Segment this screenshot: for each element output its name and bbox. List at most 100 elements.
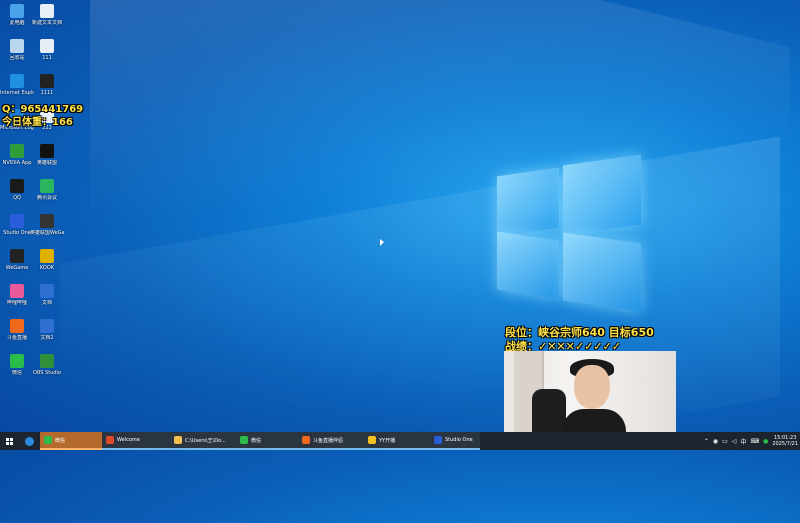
desktop-icon-label: 文档2 bbox=[40, 335, 54, 341]
taskbar-button[interactable]: Studio One bbox=[430, 432, 480, 450]
chevron-up-icon[interactable]: ⌃ bbox=[704, 438, 709, 445]
volume-icon[interactable]: ◁ bbox=[732, 438, 737, 445]
taskbar-button[interactable]: C:\Users\王\Do... bbox=[170, 432, 236, 450]
desktop-icon[interactable]: 哔哩哔哩 bbox=[0, 284, 34, 306]
desktop-icon-label: KOOK bbox=[39, 265, 55, 271]
ie-icon bbox=[10, 74, 24, 88]
input-method-indicator[interactable]: 中 bbox=[740, 437, 746, 446]
desktop-icon-label: NVIDIA App bbox=[2, 160, 32, 166]
game-icon bbox=[40, 144, 54, 158]
taskbar-clock[interactable]: 15:01:23 2025/7/21 bbox=[772, 435, 798, 447]
network-icon[interactable]: ▭ bbox=[722, 438, 728, 445]
desktop-icon-label: 此电脑 bbox=[9, 20, 25, 26]
desktop-icon[interactable]: NVIDIA App bbox=[0, 144, 34, 166]
desktop-icon[interactable]: 腾讯会议 bbox=[30, 179, 64, 201]
desktop-icon-label: 斗鱼直播 bbox=[6, 335, 27, 341]
wegame-icon bbox=[106, 436, 114, 444]
windows-start-icon bbox=[5, 437, 13, 445]
desktop-icon[interactable]: 英雄联盟WeGame版 bbox=[30, 214, 64, 236]
desktop-icon[interactable]: WeGame bbox=[0, 249, 34, 271]
document-icon bbox=[40, 39, 54, 53]
word-doc-icon bbox=[40, 284, 54, 298]
wechat-icon bbox=[44, 436, 52, 444]
desktop-icon[interactable]: 回收站 bbox=[0, 39, 34, 61]
wechat-tray-icon[interactable]: ● bbox=[763, 438, 768, 445]
folder-icon bbox=[174, 436, 182, 444]
taskbar-button[interactable]: Welcome bbox=[102, 432, 170, 450]
taskbar-button-label: YY开播 bbox=[379, 437, 396, 444]
desktop-icon-label: QQ bbox=[13, 195, 21, 201]
kook-icon bbox=[40, 249, 54, 263]
desktop-icon-label: OBS Studio bbox=[33, 370, 61, 376]
desktop-icon[interactable]: KOOK bbox=[30, 249, 64, 271]
qq-icon bbox=[10, 179, 24, 193]
edge-taskbar-icon[interactable] bbox=[18, 432, 40, 450]
desktop-icon[interactable]: OBS Studio bbox=[30, 354, 64, 376]
desktop-icon-label: WeGame bbox=[5, 265, 29, 271]
desktop-icon-label: 111 bbox=[42, 55, 52, 61]
desktop-icon[interactable]: 文档 bbox=[30, 284, 64, 306]
studio-one-icon bbox=[434, 436, 442, 444]
recycle-bin-icon bbox=[10, 39, 24, 53]
word-doc-icon bbox=[40, 319, 54, 333]
meeting-icon bbox=[40, 179, 54, 193]
desktop-icon-label: 腾讯会议 bbox=[36, 195, 57, 201]
desktop-icon[interactable]: 文档2 bbox=[30, 319, 64, 341]
start-button[interactable] bbox=[0, 432, 18, 450]
bilibili-icon bbox=[10, 284, 24, 298]
desktop-icon-label: 文档 bbox=[41, 300, 52, 306]
desktop-icon-label: 微信 bbox=[11, 370, 22, 376]
studio-one-icon bbox=[10, 214, 24, 228]
taskbar: 微信 Welcome C:\Users\王\Do... 微信 斗鱼直播伴侣 YY开播 Stu… bbox=[0, 432, 800, 450]
desktop-icon[interactable]: 111 bbox=[30, 39, 64, 61]
obs-icon bbox=[40, 354, 54, 368]
desktop-icon[interactable]: QQ bbox=[0, 179, 34, 201]
desktop-icon[interactable]: Studio One bbox=[0, 214, 34, 236]
desktop-icon[interactable]: 英雄联盟 bbox=[30, 144, 64, 166]
computer-icon bbox=[10, 4, 24, 18]
taskbar-button-label: Studio One bbox=[445, 437, 473, 443]
yy-icon bbox=[368, 436, 376, 444]
qq-tray-icon[interactable]: ◉ bbox=[713, 438, 718, 445]
desktop-icon[interactable]: 微信 bbox=[0, 354, 34, 376]
mouse-cursor-icon bbox=[380, 239, 384, 246]
desktop-icon-label: 英雄联盟 bbox=[36, 160, 57, 166]
desktop-icon-label: Internet Explorer bbox=[0, 90, 34, 96]
wallpaper-light-beam bbox=[60, 136, 780, 523]
text-file-icon bbox=[40, 4, 54, 18]
wechat-icon bbox=[240, 436, 248, 444]
desktop-icon[interactable]: 斗鱼直播 bbox=[0, 319, 34, 341]
keyboard-icon[interactable]: ⌨ bbox=[750, 438, 759, 445]
desktop-icon-label: 哔哩哔哩 bbox=[6, 300, 27, 306]
taskbar-button[interactable]: YY开播 bbox=[364, 432, 430, 450]
desktop-icon[interactable]: Internet Explorer bbox=[0, 74, 34, 96]
desktop-icon-label: 1111 bbox=[40, 90, 54, 96]
media-icon bbox=[40, 74, 54, 88]
overlay-weight: 今日体重：166 bbox=[2, 117, 73, 128]
taskbar-button-label: 斗鱼直播伴侣 bbox=[313, 437, 344, 444]
taskbar-button-label: Welcome bbox=[117, 437, 140, 443]
douyu-icon bbox=[10, 319, 24, 333]
desktop-icon[interactable]: 新建文本文档 bbox=[30, 4, 64, 26]
lol-icon bbox=[40, 214, 54, 228]
douyu-icon bbox=[302, 436, 310, 444]
taskbar-button[interactable]: 微信 bbox=[40, 432, 102, 450]
taskbar-app-list: 微信 Welcome C:\Users\王\Do... 微信 斗鱼直播伴侣 YY开播 Stu… bbox=[40, 432, 480, 450]
system-tray: ⌃ ◉ ▭ ◁ 中 ⌨ ● 15:01:23 2025/7/21 bbox=[704, 432, 800, 450]
desktop-icon-label: 新建文本文档 bbox=[31, 20, 62, 26]
wechat-icon bbox=[10, 354, 24, 368]
wallpaper-light-beam bbox=[90, 0, 790, 388]
desktop-icon[interactable]: 此电脑 bbox=[0, 4, 34, 26]
nvidia-icon bbox=[10, 144, 24, 158]
clock-date: 2025/7/21 bbox=[772, 441, 798, 447]
taskbar-button[interactable]: 微信 bbox=[236, 432, 298, 450]
desktop-icon-label: 英雄联盟WeGame版 bbox=[30, 230, 64, 236]
desktop-icon-label: Studio One bbox=[3, 230, 31, 236]
taskbar-button-label: C:\Users\王\Do... bbox=[185, 437, 226, 444]
taskbar-button[interactable]: 斗鱼直播伴侣 bbox=[298, 432, 364, 450]
taskbar-button-label: 微信 bbox=[251, 437, 262, 444]
desktop-icon[interactable]: 1111 bbox=[30, 74, 64, 96]
windows-logo-wallpaper bbox=[497, 154, 643, 312]
taskbar-button-label: 微信 bbox=[55, 437, 66, 444]
wegame-icon bbox=[10, 249, 24, 263]
